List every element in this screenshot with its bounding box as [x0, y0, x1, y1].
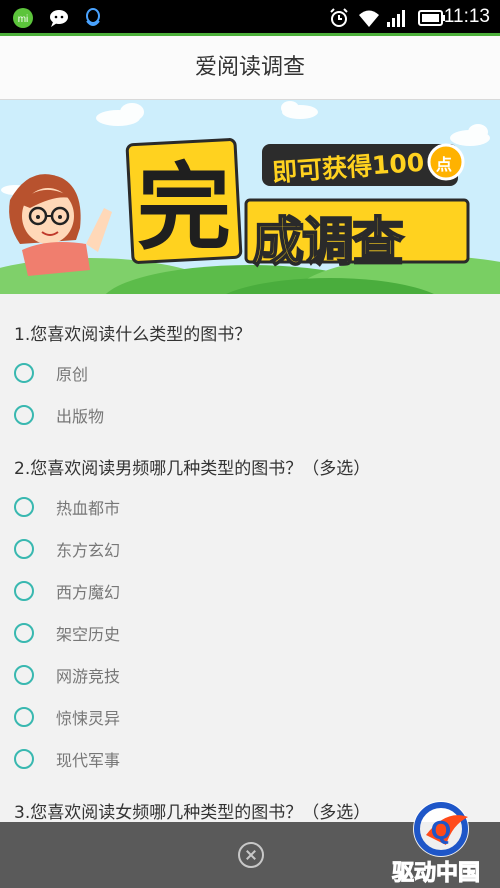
title-bar: 爱阅读调查 — [0, 36, 500, 100]
option-label: 西方魔幻 — [56, 583, 121, 602]
radio-circle-icon[interactable] — [14, 665, 34, 685]
question-title: 2.您喜欢阅读男频哪几种类型的图书？（多选） — [14, 459, 371, 479]
option-item[interactable]: 西方魔幻 — [14, 578, 314, 608]
radio-circle-icon[interactable] — [14, 581, 34, 601]
mi-icon: mi — [13, 8, 33, 28]
survey-content[interactable]: 1.您喜欢阅读什么类型的图书？ 原创出版物 2.您喜欢阅读男频哪几种类型的图书？（多… — [0, 294, 500, 822]
battery-icon — [418, 10, 445, 26]
close-button[interactable] — [238, 842, 264, 868]
option-item[interactable]: 热血都市 — [14, 494, 314, 524]
option-item[interactable]: 现代军事 — [14, 746, 314, 776]
banner-headline-rest: 成调查 — [251, 212, 405, 274]
option-label: 热血都市 — [56, 499, 121, 518]
question-title: 1.您喜欢阅读什么类型的图书？ — [14, 325, 252, 345]
option-label: 现代军事 — [56, 751, 121, 770]
wifi-icon — [359, 10, 379, 27]
radio-circle-icon[interactable] — [14, 749, 34, 769]
alarm-icon — [330, 8, 348, 27]
page-title: 爱阅读调查 — [194, 55, 305, 80]
option-item[interactable]: 网游竞技 — [14, 662, 314, 692]
signal-icon — [387, 10, 405, 27]
option-item[interactable]: 出版物 — [14, 402, 314, 432]
option-label: 原创 — [56, 365, 89, 384]
watermark-text: 驱动中国 — [391, 861, 481, 887]
question-title: 3.您喜欢阅读女频哪几种类型的图书？（多选） — [14, 803, 371, 822]
radio-circle-icon[interactable] — [14, 405, 34, 425]
qq-icon — [86, 8, 100, 26]
option-label: 架空历史 — [56, 625, 121, 644]
radio-circle-icon[interactable] — [14, 623, 34, 643]
option-label: 出版物 — [56, 407, 105, 426]
svg-text:Q: Q — [431, 815, 451, 845]
banner-illustration: 完 — [0, 101, 500, 294]
radio-circle-icon[interactable] — [14, 539, 34, 559]
survey-banner: 完 即可获得100 点 成调查 — [0, 100, 500, 294]
clock: 11:13 — [443, 6, 490, 27]
banner-badge: 点 — [436, 155, 453, 174]
option-label: 东方玄幻 — [56, 541, 121, 560]
radio-circle-icon[interactable] — [14, 363, 34, 383]
option-item[interactable]: 原创 — [14, 360, 314, 390]
radio-circle-icon[interactable] — [14, 707, 34, 727]
option-item[interactable]: 惊悚灵异 — [14, 704, 314, 734]
watermark-logo: Q 驱动中国 — [386, 795, 496, 887]
radio-circle-icon[interactable] — [14, 497, 34, 517]
option-label: 惊悚灵异 — [56, 709, 121, 728]
option-item[interactable]: 东方玄幻 — [14, 536, 314, 566]
svg-text:mi: mi — [18, 14, 29, 25]
banner-headline: 成调查 — [251, 200, 405, 275]
option-item[interactable]: 架空历史 — [14, 620, 314, 650]
banner-headline-first-char: 完 — [137, 154, 231, 263]
option-label: 网游竞技 — [56, 667, 121, 686]
status-bar: mi 11:13 — [0, 0, 500, 36]
chat-icon — [50, 10, 68, 27]
